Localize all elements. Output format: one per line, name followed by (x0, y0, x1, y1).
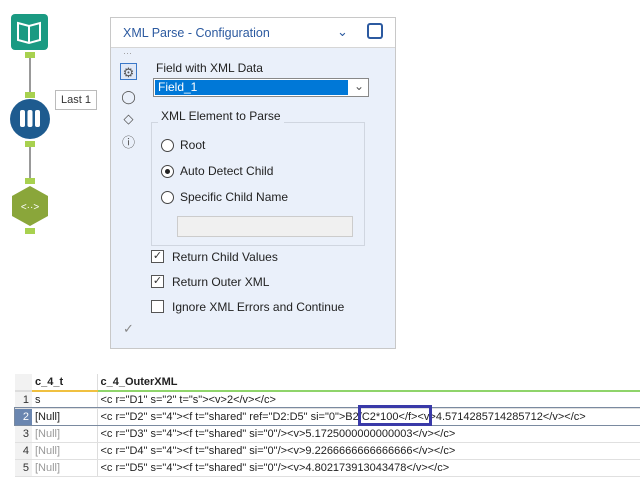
undock-icon[interactable] (367, 23, 383, 39)
group-label: XML Element to Parse (158, 109, 284, 123)
child-name-input[interactable] (177, 216, 353, 237)
column-header-c_4_t[interactable]: c_4_t (32, 374, 98, 392)
cell-outerxml[interactable]: <c r="D3" s="4"><f t="shared" si="0"/><v… (97, 425, 640, 443)
connection-line (29, 58, 31, 94)
cell-c_4_t[interactable]: s (32, 391, 98, 409)
radio-root-label: Root (180, 138, 206, 152)
checkbox-ignore-errors-label: Ignore XML Errors and Continue (172, 300, 345, 314)
field-dropdown-value: Field_1 (155, 80, 348, 95)
help-icon[interactable]: ⓘ (120, 134, 137, 151)
table-row[interactable]: 3 [Null] <c r="D3" s="4"><f t="shared" si=… (15, 425, 640, 443)
radio-auto-detect-label: Auto Detect Child (180, 164, 274, 178)
book-icon (17, 21, 41, 45)
configuration-panel: XML Parse - Configuration ⌄ ··· ⚙ ◯ ◇ ⓘ … (110, 17, 396, 349)
table-row[interactable]: 5 [Null] <c r="D5" s="4"><f t="shared" si=… (15, 459, 640, 477)
field-dropdown[interactable]: Field_1 ⌄ (153, 78, 369, 97)
connection-line (29, 147, 31, 179)
table-row[interactable]: 1 s <c r="D1" s="2" t="s"><v>2</v></c> (15, 391, 640, 409)
row-number: 3 (15, 425, 32, 443)
cell-c_4_t[interactable]: [Null] (32, 459, 98, 477)
cell-c_4_t[interactable]: [Null] (32, 408, 98, 426)
tag-icon[interactable]: ◇ (120, 110, 137, 127)
gear-icon[interactable]: ⚙ (120, 63, 137, 80)
xml-parse-tool[interactable]: <··> (9, 185, 51, 227)
checkbox-return-child-values-label: Return Child Values (172, 250, 278, 264)
check-circle-icon[interactable]: ✓ (120, 320, 137, 337)
cell-c_4_t[interactable]: [Null] (32, 425, 98, 443)
checkbox-return-outer-xml-label: Return Outer XML (172, 275, 270, 289)
binoculars-icon (20, 110, 40, 127)
row-number: 5 (15, 459, 32, 477)
row-number: 2 (15, 408, 32, 426)
radio-root[interactable] (161, 139, 174, 152)
cell-outerxml[interactable]: <c r="D5" s="4"><f t="shared" si="0"/><v… (97, 459, 640, 477)
row-number: 4 (15, 442, 32, 460)
checkbox-return-child-values[interactable]: ✓ (151, 250, 164, 263)
panel-title: XML Parse - Configuration (123, 26, 270, 40)
table-row-selected[interactable]: 2 [Null] <c r="D2" s="4"><f t="shared" ref… (14, 407, 640, 426)
input-anchor[interactable] (25, 178, 35, 184)
row-number-header (15, 374, 32, 392)
connection-icon[interactable]: ◯ (120, 88, 137, 105)
column-header-c_4_outerxml[interactable]: c_4_OuterXML (97, 374, 640, 392)
chevron-down-icon[interactable]: ⌄ (337, 24, 348, 40)
radio-specific-child-label: Specific Child Name (180, 190, 289, 204)
browse-tool[interactable] (10, 99, 50, 139)
chevron-down-icon: ⌄ (354, 79, 365, 93)
checkbox-ignore-errors[interactable] (151, 300, 164, 313)
input-data-tool[interactable] (11, 14, 48, 50)
input-anchor[interactable] (25, 92, 35, 98)
field-label: Field with XML Data (156, 61, 263, 75)
radio-specific-child[interactable] (161, 191, 174, 204)
header-row: c_4_t c_4_OuterXML (15, 374, 640, 392)
svg-text:<··>: <··> (21, 202, 40, 213)
radio-auto-detect-child[interactable] (161, 165, 174, 178)
checkbox-return-outer-xml[interactable]: ✓ (151, 275, 164, 288)
results-table: c_4_t c_4_OuterXML 1 s <c r="D1" s="2" t="… (14, 374, 640, 477)
browse-label: Last 1 (55, 90, 97, 110)
table-row[interactable]: 4 [Null] <c r="D4" s="4"><f t="shared" si=… (15, 442, 640, 460)
xml-hexagon-icon: <··> (12, 186, 48, 226)
row-number: 1 (15, 391, 32, 409)
more-icon[interactable]: ··· (123, 48, 132, 58)
cell-outerxml[interactable]: <c r="D4" s="4"><f t="shared" si="0"/><v… (97, 442, 640, 460)
output-anchor[interactable] (25, 228, 35, 234)
highlight-box (358, 405, 432, 426)
panel-header: XML Parse - Configuration ⌄ (111, 18, 395, 48)
cell-c_4_t[interactable]: [Null] (32, 442, 98, 460)
